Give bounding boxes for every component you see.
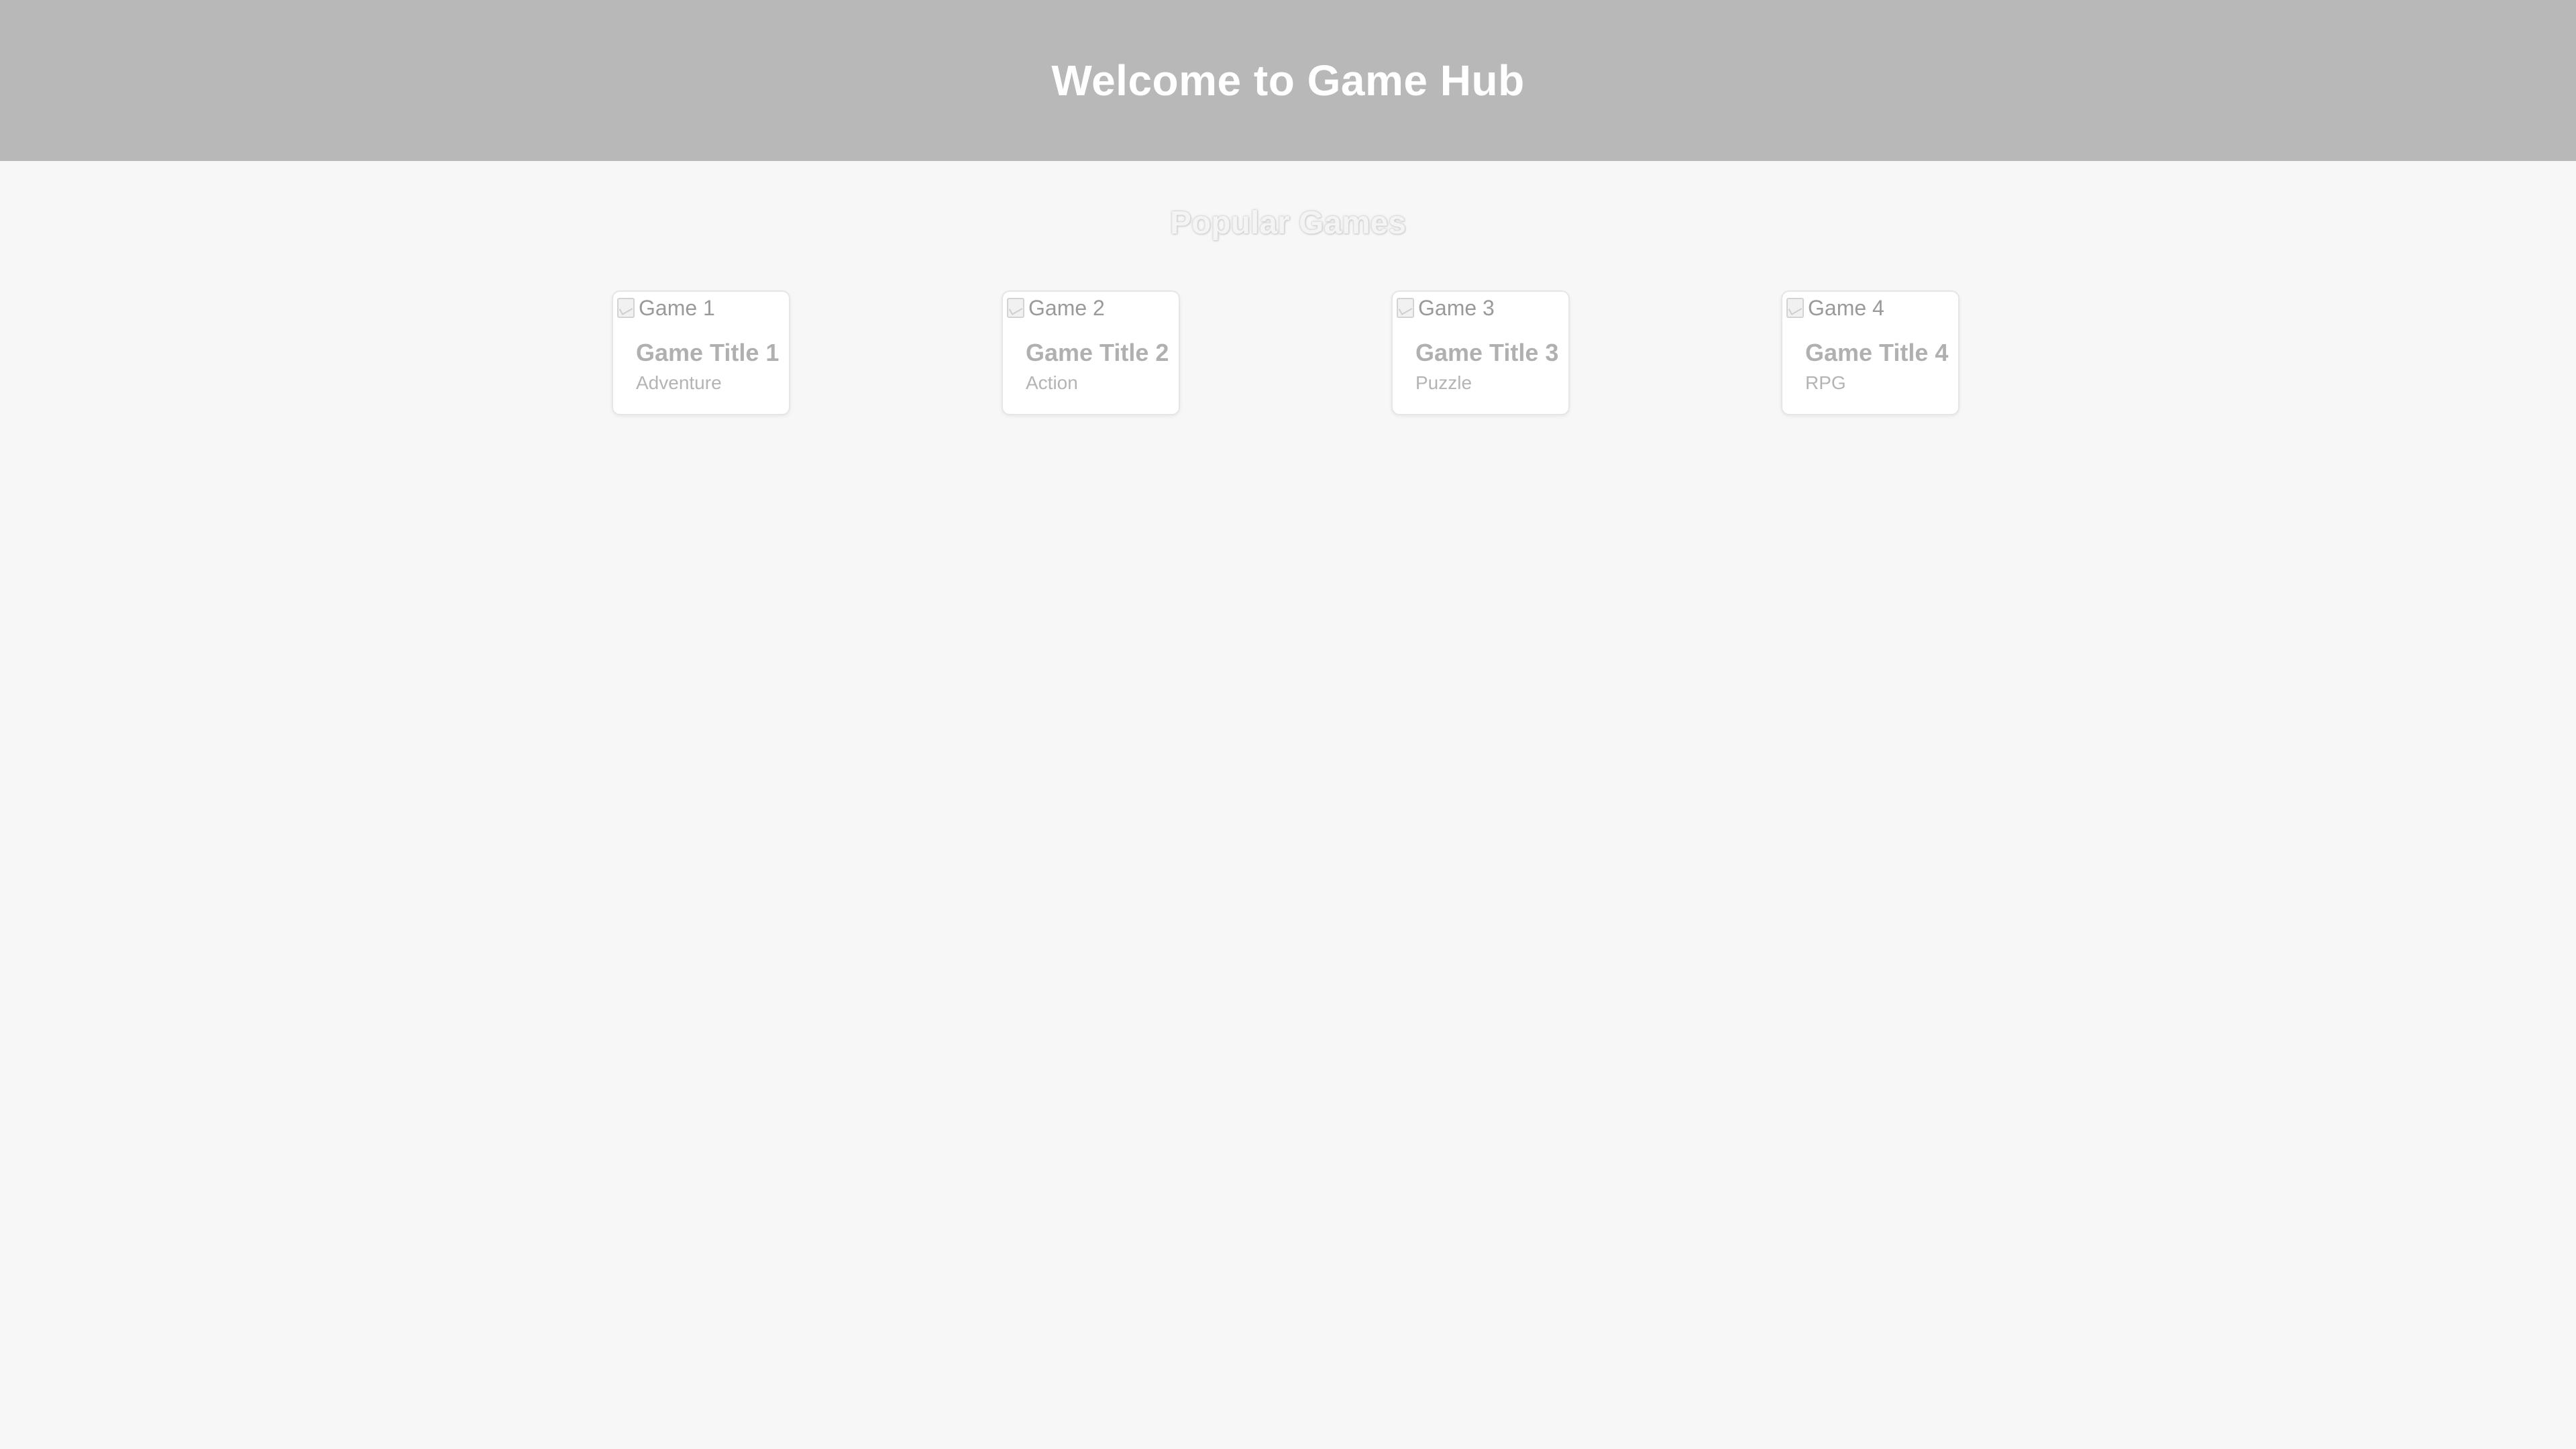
game-genre: Action xyxy=(1026,372,1078,393)
game-image-alt-text: Game 4 xyxy=(1808,295,1884,320)
broken-image-icon xyxy=(1395,297,1415,319)
game-card-2[interactable]: Game 2 Game Title 2 Action xyxy=(1002,290,1180,415)
game-title[interactable]: Game Title 3 xyxy=(1415,339,1558,367)
game-image-1[interactable]: Game 1 xyxy=(616,294,715,321)
game-image-alt-text: Game 2 xyxy=(1028,295,1105,320)
game-card-1[interactable]: Game 1 Game Title 1 Adventure xyxy=(612,290,790,415)
games-grid: Game 1 Game Title 1 Adventure Game 2 Gam… xyxy=(0,290,2576,415)
game-image-2[interactable]: Game 2 xyxy=(1006,294,1105,321)
game-genre: Puzzle xyxy=(1415,372,1472,393)
game-title[interactable]: Game Title 2 xyxy=(1026,339,1169,367)
page-title: Welcome to Game Hub xyxy=(1051,56,1525,105)
broken-image-icon xyxy=(616,297,636,319)
broken-image-icon xyxy=(1785,297,1805,319)
game-genre: Adventure xyxy=(636,372,722,393)
game-image-4[interactable]: Game 4 xyxy=(1785,294,1884,321)
game-genre: RPG xyxy=(1805,372,1846,393)
broken-image-icon xyxy=(1006,297,1026,319)
game-image-alt-text: Game 1 xyxy=(639,295,715,320)
game-card-4[interactable]: Game 4 Game Title 4 RPG xyxy=(1781,290,1960,415)
game-image-3[interactable]: Game 3 xyxy=(1395,294,1495,321)
popular-games-heading: Popular Games xyxy=(1169,205,1407,241)
game-title[interactable]: Game Title 1 xyxy=(636,339,779,367)
game-card-3[interactable]: Game 3 Game Title 3 Puzzle xyxy=(1391,290,1570,415)
site-header: Welcome to Game Hub xyxy=(0,0,2576,161)
game-image-alt-text: Game 3 xyxy=(1418,295,1495,320)
game-title[interactable]: Game Title 4 xyxy=(1805,339,1948,367)
